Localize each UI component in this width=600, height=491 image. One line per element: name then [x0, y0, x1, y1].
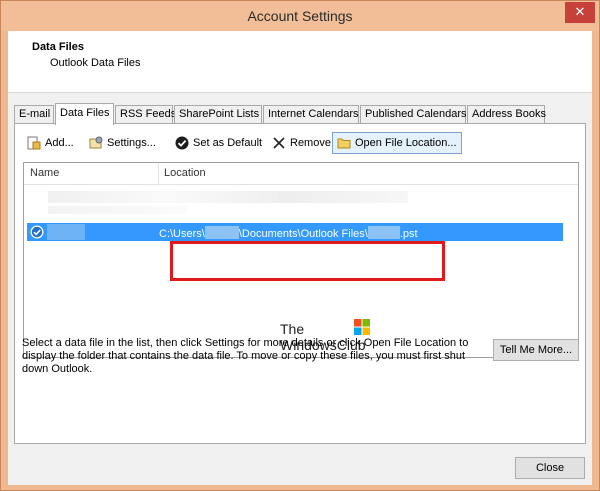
checkmark-circle-icon — [175, 136, 189, 150]
data-files-panel: Add... Settings... Set as Default Remove… — [14, 123, 586, 444]
set-as-default-label: Set as Default — [193, 137, 263, 149]
help-description: Select a data file in the list, then cli… — [22, 337, 469, 375]
tab-email[interactable]: E-mail — [14, 105, 54, 124]
window-title: Account Settings — [247, 8, 353, 24]
title-bar[interactable]: Account Settings ✕ — [1, 1, 599, 31]
tab-rss-feeds[interactable]: RSS Feeds — [115, 105, 176, 124]
default-check-icon — [30, 225, 44, 239]
column-location-header[interactable]: Location — [164, 167, 206, 179]
open-file-location-button[interactable]: Open File Location... — [332, 132, 462, 154]
close-button[interactable]: Close — [515, 457, 585, 479]
path-prefix: C:\Users\ — [159, 228, 205, 240]
redacted-pst-name — [367, 226, 400, 239]
column-divider[interactable] — [158, 163, 159, 185]
tab-published-calendars[interactable]: Published Calendars — [360, 105, 467, 124]
folder-icon — [337, 138, 351, 149]
settings-button[interactable]: Settings... — [85, 132, 160, 154]
tab-address-books[interactable]: Address Books — [467, 105, 546, 124]
windows-logo-icon — [354, 319, 370, 335]
toolbar: Add... Settings... Set as Default Remove… — [23, 132, 583, 156]
path-middle: \Documents\Outlook Files\ — [238, 228, 368, 240]
remove-label: Remove — [290, 137, 331, 149]
add-file-icon — [27, 136, 41, 150]
tab-data-files[interactable]: Data Files — [55, 103, 114, 125]
tab-sharepoint-lists[interactable]: SharePoint Lists — [174, 105, 262, 124]
watermark-line1: The — [280, 321, 305, 337]
settings-icon — [89, 136, 103, 149]
tab-internet-calendars[interactable]: Internet Calendars — [263, 105, 359, 124]
header-band: Data Files Outlook Data Files — [8, 31, 592, 93]
remove-x-icon — [273, 137, 285, 149]
open-file-location-label: Open File Location... — [355, 137, 457, 149]
redacted-user-name — [204, 226, 239, 239]
header-subtitle: Outlook Data Files — [50, 57, 141, 69]
add-label: Add... — [45, 137, 74, 149]
account-settings-window: Account Settings ✕ Data Files Outlook Da… — [0, 0, 600, 491]
tell-me-more-button[interactable]: Tell Me More... — [493, 339, 579, 361]
set-as-default-button[interactable]: Set as Default — [171, 132, 266, 154]
blurred-list-item[interactable] — [48, 191, 408, 203]
column-name-header[interactable]: Name — [30, 167, 59, 179]
header-title: Data Files — [32, 41, 84, 53]
settings-label: Settings... — [107, 137, 156, 149]
dialog-client: Data Files Outlook Data Files E-mail Dat… — [8, 31, 592, 485]
window-close-button[interactable]: ✕ — [565, 2, 595, 23]
red-highlight-annotation — [170, 241, 445, 281]
redacted-file-name — [47, 224, 85, 240]
selected-data-file-row[interactable]: C:\Users\ \Documents\Outlook Files\ .pst — [27, 223, 563, 241]
add-button[interactable]: Add... — [23, 132, 78, 154]
blurred-list-item-detail — [48, 206, 188, 214]
remove-button[interactable]: Remove — [268, 132, 335, 154]
path-suffix: .pst — [399, 228, 418, 240]
list-header: Name Location — [24, 163, 578, 185]
file-location-path: C:\Users\ \Documents\Outlook Files\ .pst — [159, 226, 418, 240]
data-files-list[interactable]: Name Location C:\Users\ \Documents\Outloo… — [23, 162, 579, 358]
